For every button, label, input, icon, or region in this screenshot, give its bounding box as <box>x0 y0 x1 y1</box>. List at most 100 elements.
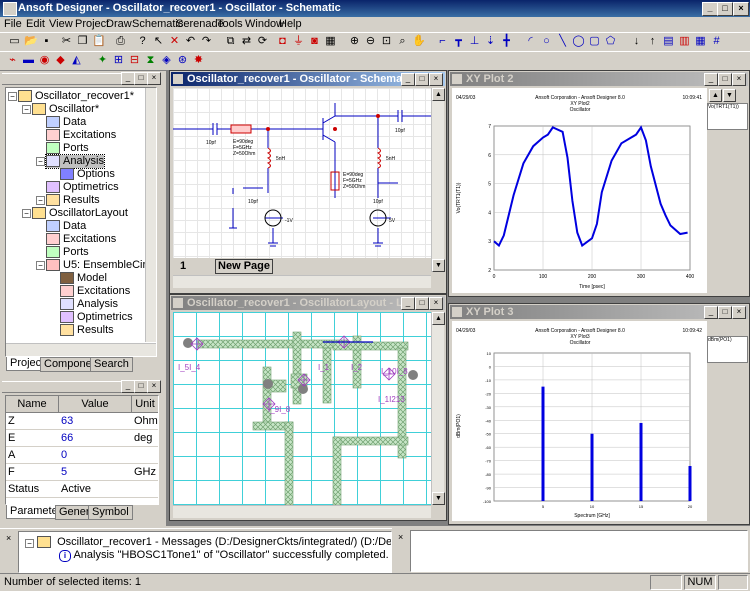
rotate-icon[interactable]: ⟳ <box>256 35 269 48</box>
tree-expander-icon[interactable]: − <box>36 261 45 270</box>
panel-min-icon[interactable]: _ <box>121 72 135 85</box>
tree-expander-icon[interactable]: − <box>8 92 17 101</box>
tree-hscroll[interactable] <box>6 343 156 356</box>
param-value-cell[interactable]: 5 <box>61 464 131 480</box>
schematic-min-icon[interactable]: _ <box>401 73 415 86</box>
schematic-max-icon[interactable]: □ <box>415 73 429 86</box>
grid-icon[interactable]: ▦ <box>324 35 337 48</box>
zoom-area-icon[interactable]: ⊡ <box>380 35 393 48</box>
tree-item[interactable]: Options <box>60 168 115 181</box>
plot3-legend[interactable]: dBm(PO1) <box>707 336 748 363</box>
paste-icon[interactable]: 📋 <box>92 35 105 48</box>
plot3-max-icon[interactable]: □ <box>718 306 732 319</box>
tab-search[interactable]: Search <box>90 357 133 372</box>
tree-expander-icon[interactable]: − <box>36 196 45 205</box>
wire-icon[interactable]: ⌐ <box>436 35 449 48</box>
tree-item[interactable]: Optimetrics <box>46 181 119 194</box>
tree-expander-icon[interactable]: − <box>36 157 45 166</box>
bus-icon[interactable]: ┳ <box>452 35 465 48</box>
menu-tools[interactable]: Tools <box>217 18 243 30</box>
layout-min-icon[interactable]: _ <box>401 297 415 310</box>
tree-item[interactable]: Data <box>46 220 86 233</box>
tree-item[interactable]: Analysis <box>46 155 104 168</box>
new-page-tab[interactable]: New Page <box>215 259 273 274</box>
noise-icon[interactable]: ◙ <box>308 35 321 48</box>
zoom-in-icon[interactable]: ⊕ <box>348 35 361 48</box>
netlabel-icon[interactable]: ⇣ <box>484 35 497 48</box>
layout-close-icon[interactable]: × <box>429 297 443 310</box>
schematic-hscroll[interactable] <box>173 275 431 288</box>
scroll-down-icon[interactable]: ▼ <box>432 492 445 505</box>
col-unit-header[interactable]: Unit <box>132 396 159 413</box>
tree-vscroll[interactable] <box>145 88 156 342</box>
menu-draw[interactable]: Draw <box>106 18 132 30</box>
zoom-fit-icon[interactable]: ⌕ <box>396 35 409 48</box>
arc-icon[interactable]: ◜ <box>524 35 537 48</box>
ellipse-icon[interactable]: ◯ <box>572 35 585 48</box>
panel-max-icon[interactable]: □ <box>134 72 148 85</box>
new-icon[interactable]: ▭ <box>8 35 21 48</box>
hash-icon[interactable]: # <box>710 35 723 48</box>
layout-max-icon[interactable]: □ <box>415 297 429 310</box>
mesh-icon[interactable]: ✸ <box>192 54 205 67</box>
plot2-max-icon[interactable]: □ <box>718 73 732 86</box>
plot2-legend[interactable]: Vo(TRT1(T1)) <box>707 103 748 130</box>
ground-icon[interactable]: ⏚ <box>292 35 305 48</box>
menu-view[interactable]: View <box>49 18 73 30</box>
tree-item[interactable]: Results <box>60 324 114 337</box>
push-down-icon[interactable]: ↓ <box>630 35 643 48</box>
save-icon[interactable]: ▪ <box>40 35 53 48</box>
layout-hscroll[interactable] <box>173 505 431 518</box>
tree-item[interactable]: Data <box>46 116 86 129</box>
open-icon[interactable]: 📂 <box>24 35 37 48</box>
legend-down-icon[interactable]: ▼ <box>723 89 736 102</box>
plot3-min-icon[interactable]: _ <box>704 306 718 319</box>
maximize-button[interactable]: □ <box>717 2 733 16</box>
polygon-icon[interactable]: ⬠ <box>604 35 617 48</box>
message-project-row[interactable]: − Oscillator_recover1 - Messages (D:/Des… <box>25 536 392 548</box>
xy-plot-3-canvas[interactable]: 04/29/03 Ansoft Corporation - Ansoft Des… <box>452 321 707 521</box>
tree-expander-icon[interactable]: − <box>22 105 31 114</box>
tree-item[interactable]: U5: EnsembleCircuit1 <box>46 259 157 272</box>
schematic-canvas[interactable]: 10pf 10pf 10pf 10pf E=90deg F=5GHz Z=50O… <box>173 88 431 258</box>
props-min-icon[interactable]: _ <box>121 380 135 393</box>
collapse-icon[interactable]: − <box>25 539 34 548</box>
tree-item[interactable]: Results <box>46 194 100 207</box>
context-help-icon[interactable]: ↖ <box>152 35 165 48</box>
report-icon[interactable]: ▤ <box>662 35 675 48</box>
panel-close-icon[interactable]: × <box>147 72 161 85</box>
resistor-symbol[interactable] <box>231 125 251 133</box>
zoom-out-icon[interactable]: ⊖ <box>364 35 377 48</box>
tree-item[interactable]: Model <box>60 272 107 285</box>
tree-item[interactable]: OscillatorLayout <box>32 207 128 220</box>
tree-item[interactable]: Oscillator* <box>32 103 99 116</box>
solver-icon[interactable]: ⊛ <box>176 54 189 67</box>
minimize-button[interactable]: _ <box>702 2 718 16</box>
tree-item[interactable]: Excitations <box>46 129 116 142</box>
layout-canvas[interactable]: I_5I_4 I_9I_8 I_1 I_2 I_10I_8 I_1I213 <box>173 312 431 505</box>
help-icon[interactable]: ? <box>136 35 149 48</box>
plot3-close-icon[interactable]: × <box>732 306 746 319</box>
col-name-header[interactable]: Name <box>6 396 59 413</box>
message-close-icon[interactable]: × <box>6 533 11 543</box>
tree-item[interactable]: Excitations <box>46 233 116 246</box>
plot2-close-icon[interactable]: × <box>732 73 746 86</box>
pop-up-icon[interactable]: ↑ <box>646 35 659 48</box>
probe-icon[interactable]: ◆ <box>54 54 67 67</box>
delete-icon[interactable]: ✕ <box>168 35 181 48</box>
rectangle-icon[interactable]: ▢ <box>588 35 601 48</box>
mirror-icon[interactable]: ⇄ <box>240 35 253 48</box>
inductor-symbol[interactable] <box>268 148 271 168</box>
copy-icon[interactable]: ❐ <box>76 35 89 48</box>
via-icon[interactable]: ⊞ <box>112 54 125 67</box>
scroll-up-icon[interactable]: ▲ <box>432 312 445 325</box>
xy-plot-2-canvas[interactable]: 04/29/03 Ansoft Corporation - Ansoft Des… <box>452 88 707 293</box>
legend-up-icon[interactable]: ▲ <box>709 89 722 102</box>
redo-icon[interactable]: ↷ <box>200 35 213 48</box>
message-row[interactable]: i Analysis "HBOSC1Tone1" of "Oscillator"… <box>59 549 389 562</box>
pin-icon[interactable]: ⊥ <box>468 35 481 48</box>
tree-item[interactable]: Excitations <box>60 285 130 298</box>
line-icon[interactable]: ╲ <box>556 35 569 48</box>
scroll-up-icon[interactable]: ▲ <box>432 88 445 101</box>
cut-icon[interactable]: ✂ <box>60 35 73 48</box>
